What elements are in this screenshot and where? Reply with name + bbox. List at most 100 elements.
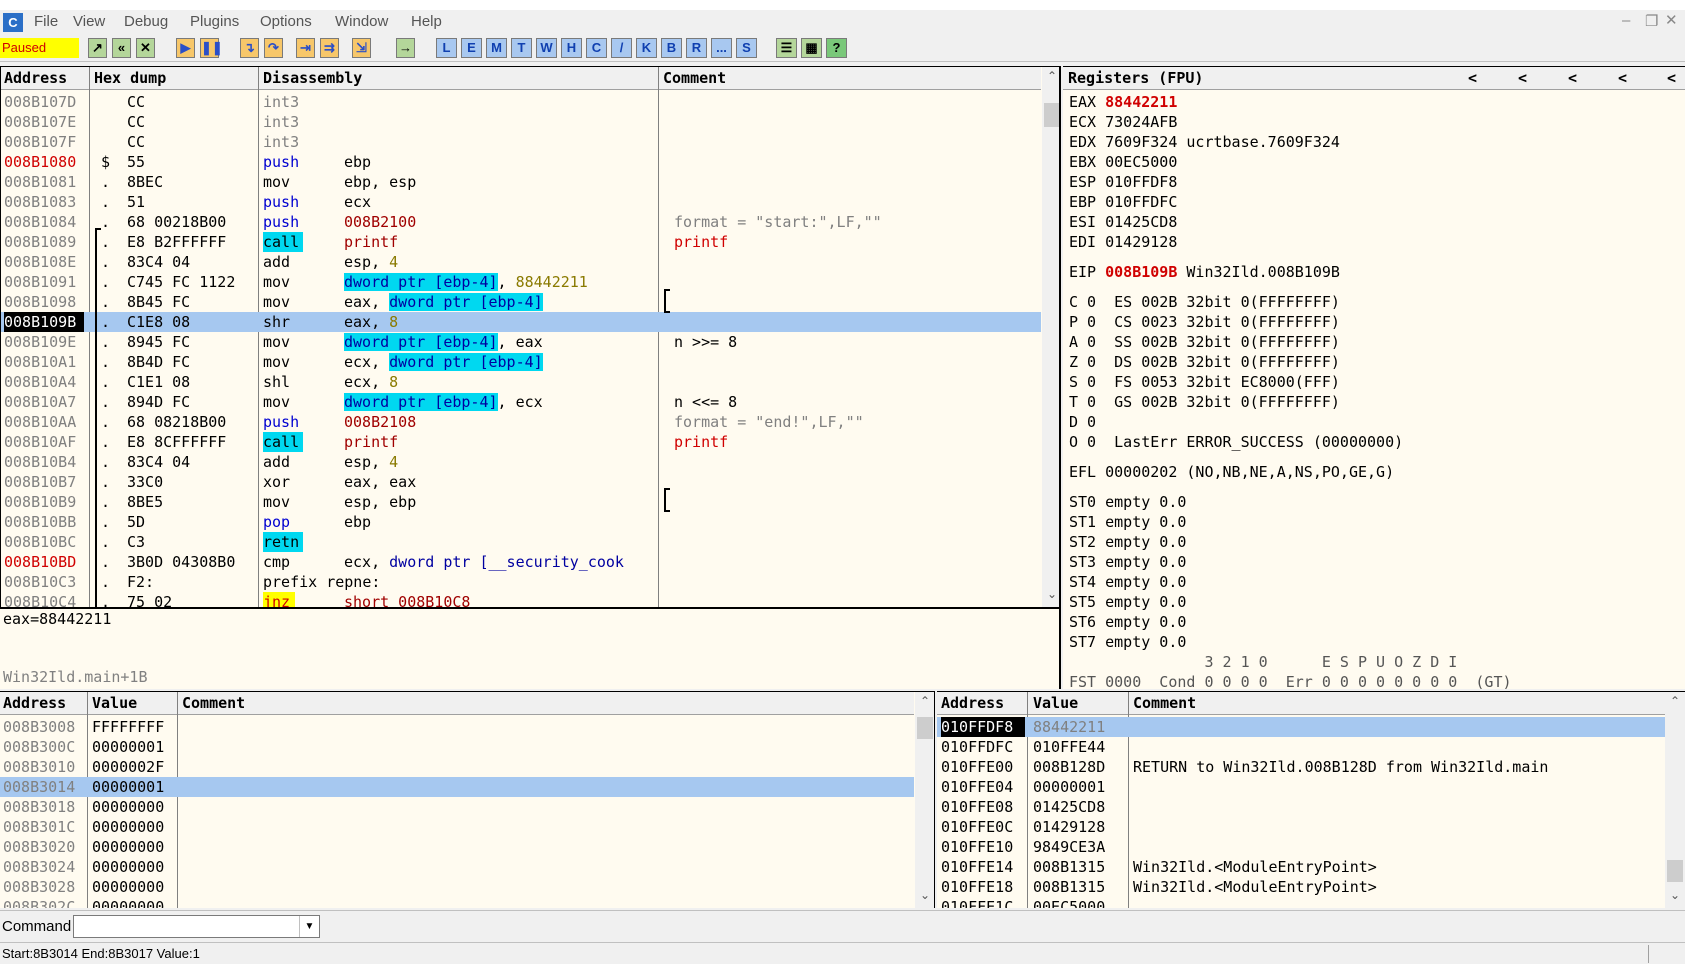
- help-icon[interactable]: ?: [826, 38, 847, 58]
- register-line[interactable]: C 0 ES 002B 32bit 0(FFFFFFFF): [1063, 292, 1685, 312]
- restart-icon[interactable]: «: [112, 38, 131, 58]
- menu-debug[interactable]: Debug: [124, 13, 168, 30]
- scroll-down-icon[interactable]: ⌄: [1670, 888, 1680, 902]
- stack-col-address-header[interactable]: Address: [941, 692, 1004, 714]
- register-line[interactable]: P 0 CS 0023 32bit 0(FFFFFFFF): [1063, 312, 1685, 332]
- cpu-row[interactable]: 008B10B7. 33C0 xor eax, eax: [1, 472, 1041, 492]
- pause-icon[interactable]: ❚❚: [200, 38, 223, 58]
- cpu-row[interactable]: 008B109B. C1E8 08 shr eax, 8: [1, 312, 1041, 332]
- register-line[interactable]: Z 0 DS 002B 32bit 0(FFFFFFFF): [1063, 352, 1685, 372]
- windows-button[interactable]: W: [536, 38, 557, 58]
- stack-row[interactable]: 010FFE14 008B1315 Win32Ild.<ModuleEntryPoi…: [937, 857, 1665, 877]
- dump-row[interactable]: 008B3024 00000000: [0, 857, 914, 877]
- cpu-row[interactable]: 008B1080 $55 push ebp: [1, 152, 1041, 172]
- chevron-down-icon[interactable]: ▼: [299, 916, 319, 937]
- options-icon[interactable]: ▦: [801, 38, 822, 58]
- cpu-button[interactable]: C: [586, 38, 607, 58]
- dump-row[interactable]: 008B302C 00000000: [0, 897, 914, 908]
- stack-row[interactable]: 010FFE1C 00EC5000: [937, 897, 1665, 908]
- register-line[interactable]: ST2 empty 0.0: [1063, 532, 1685, 552]
- dump-row[interactable]: 008B3008 FFFFFFFF: [0, 717, 914, 737]
- dump-row[interactable]: 008B3020 00000000: [0, 837, 914, 857]
- dump-row[interactable]: 008B3028 00000000: [0, 877, 914, 897]
- menu-window[interactable]: Window: [335, 13, 388, 30]
- cpu-row[interactable]: 008B10BB. 5D pop ebp: [1, 512, 1041, 532]
- scroll-down-icon[interactable]: ⌄: [1047, 587, 1057, 601]
- minimize-icon[interactable]: –: [1622, 12, 1630, 29]
- open-icon[interactable]: ↗: [88, 38, 107, 58]
- register-line[interactable]: EAX 88442211: [1063, 92, 1685, 112]
- cpu-row[interactable]: 008B1081. 8BEC mov ebp, esp: [1, 172, 1041, 192]
- prev-arrow-icon[interactable]: <: [1618, 67, 1627, 89]
- cpu-row[interactable]: 008B10BC. C3 retn: [1, 532, 1041, 552]
- register-line[interactable]: EBP 010FFDFC: [1063, 192, 1685, 212]
- cpu-scrollbar[interactable]: ⌃ ⌄: [1042, 67, 1059, 607]
- cpu-row[interactable]: 008B107D CC int3: [1, 92, 1041, 112]
- scroll-down-icon[interactable]: ⌄: [920, 888, 930, 902]
- register-line[interactable]: EDI 01429128: [1063, 232, 1685, 252]
- scroll-up-icon[interactable]: ⌃: [1670, 694, 1680, 708]
- modules-button[interactable]: E: [461, 38, 482, 58]
- dump-row[interactable]: 008B301C 00000000: [0, 817, 914, 837]
- step-into-icon[interactable]: ↴: [240, 38, 259, 58]
- dump-col-value-header[interactable]: Value: [92, 692, 137, 714]
- menu-options[interactable]: Options: [260, 13, 312, 30]
- scroll-thumb[interactable]: [917, 717, 933, 739]
- restore-icon[interactable]: ❐: [1645, 12, 1658, 30]
- register-line[interactable]: EFL 00000202 (NO,NB,NE,A,NS,PO,GE,G): [1063, 462, 1685, 482]
- cpu-row[interactable]: 008B10AF. E8 8CFFFFFF call printf printf: [1, 432, 1041, 452]
- handles-button[interactable]: H: [561, 38, 582, 58]
- close-icon[interactable]: ✕: [1665, 11, 1678, 29]
- dump-scrollbar[interactable]: ⌃ ⌄: [915, 692, 934, 908]
- col-disasm-header[interactable]: Disassembly: [263, 67, 362, 89]
- menu-plugins[interactable]: Plugins: [190, 13, 239, 30]
- menu-file[interactable]: File: [34, 13, 58, 30]
- register-line[interactable]: T 0 GS 002B 32bit 0(FFFFFFFF): [1063, 392, 1685, 412]
- register-line[interactable]: ESP 010FFDF8: [1063, 172, 1685, 192]
- cpu-row[interactable]: 008B10BD. 3B0D 04308B0 cmp ecx, dword ptr […: [1, 552, 1041, 572]
- call-stack-button[interactable]: K: [636, 38, 657, 58]
- source-button[interactable]: S: [736, 38, 757, 58]
- menu-help[interactable]: Help: [411, 13, 442, 30]
- dump-row[interactable]: 008B3014 00000001: [0, 777, 914, 797]
- trace-over-icon[interactable]: ⇉: [320, 38, 339, 58]
- register-line[interactable]: ESI 01425CD8: [1063, 212, 1685, 232]
- stack-row[interactable]: 010FFE18 008B1315 Win32Ild.<ModuleEntryPoi…: [937, 877, 1665, 897]
- prev-arrow-icon[interactable]: <: [1518, 67, 1527, 89]
- trace-into-icon[interactable]: ⇥: [296, 38, 315, 58]
- breakpoints-button[interactable]: B: [661, 38, 682, 58]
- stack-row[interactable]: 010FFE00 008B128D RETURN to Win32Ild.008B1…: [937, 757, 1665, 777]
- stack-scrollbar[interactable]: ⌃ ⌄: [1665, 692, 1685, 908]
- register-line[interactable]: S 0 FS 0053 32bit EC8000(FFF): [1063, 372, 1685, 392]
- register-line[interactable]: EDX 7609F324 ucrtbase.7609F324: [1063, 132, 1685, 152]
- stack-row[interactable]: 010FFE04 00000001: [937, 777, 1665, 797]
- app-icon[interactable]: C: [3, 13, 23, 32]
- cpu-row[interactable]: 008B10A7. 894D FC mov dword ptr [ebp-4], ec…: [1, 392, 1041, 412]
- dump-col-address-header[interactable]: Address: [3, 692, 66, 714]
- cpu-row[interactable]: 008B10AA. 68 08218B00 push 008B2108 format =…: [1, 412, 1041, 432]
- col-hex-header[interactable]: Hex dump: [94, 67, 166, 89]
- register-line[interactable]: ST1 empty 0.0: [1063, 512, 1685, 532]
- stack-col-comment-header[interactable]: Comment: [1133, 692, 1196, 714]
- prev-arrow-icon[interactable]: <: [1568, 67, 1577, 89]
- threads-button[interactable]: T: [511, 38, 532, 58]
- cpu-row[interactable]: 008B1089. E8 B2FFFFFF call printf printf: [1, 232, 1041, 252]
- step-over-icon[interactable]: ↷: [264, 38, 283, 58]
- memory-button[interactable]: M: [486, 38, 507, 58]
- register-line[interactable]: ST7 empty 0.0: [1063, 632, 1685, 652]
- log-window-button[interactable]: L: [436, 38, 457, 58]
- prev-arrow-icon[interactable]: <: [1468, 67, 1477, 89]
- register-line[interactable]: ST3 empty 0.0: [1063, 552, 1685, 572]
- command-input[interactable]: ▼: [73, 915, 320, 938]
- cpu-row[interactable]: 008B10B4. 83C4 04 add esp, 4: [1, 452, 1041, 472]
- scroll-up-icon[interactable]: ⌃: [1047, 69, 1057, 83]
- prev-arrow-icon[interactable]: <: [1667, 67, 1676, 89]
- cpu-row[interactable]: 008B1084. 68 00218B00 push 008B2100 format =…: [1, 212, 1041, 232]
- register-line[interactable]: ST6 empty 0.0: [1063, 612, 1685, 632]
- run-trace-button[interactable]: ...: [711, 38, 732, 58]
- col-comment-header[interactable]: Comment: [663, 67, 726, 89]
- references-button[interactable]: R: [686, 38, 707, 58]
- stack-row[interactable]: 010FFE0C 01429128: [937, 817, 1665, 837]
- cpu-row[interactable]: 008B107F CC int3: [1, 132, 1041, 152]
- stack-row[interactable]: 010FFE10 9849CE3A: [937, 837, 1665, 857]
